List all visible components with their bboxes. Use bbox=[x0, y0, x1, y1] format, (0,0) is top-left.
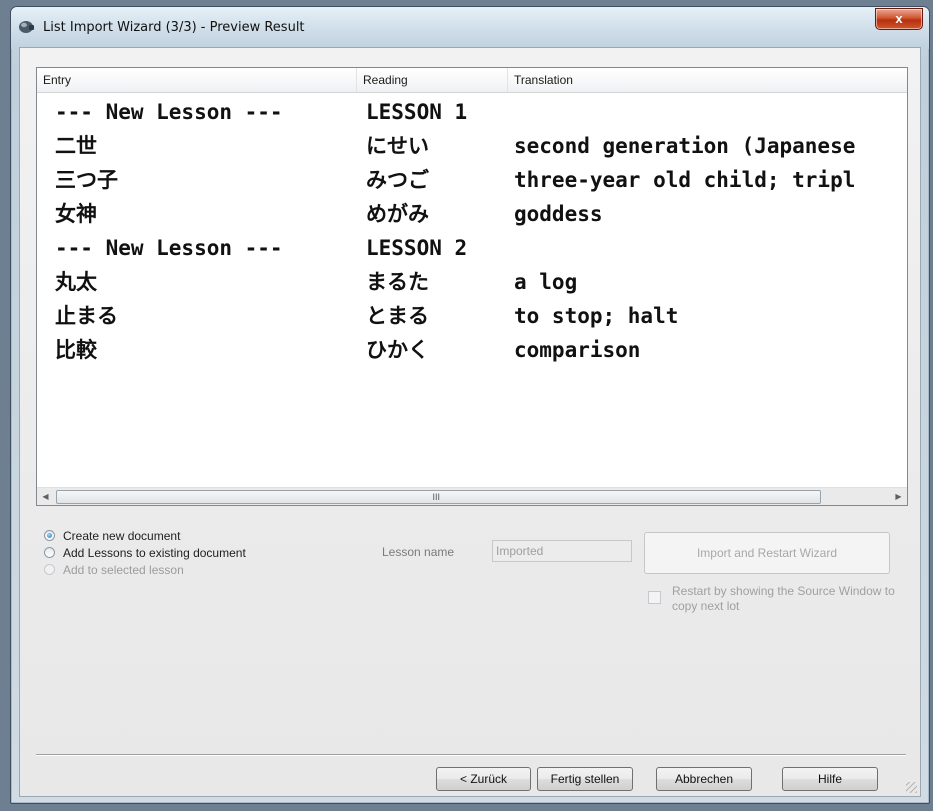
cell-translation: to stop; halt bbox=[514, 304, 679, 328]
list-row[interactable]: 二世 にせい second generation (Japanese bbox=[37, 129, 907, 163]
finish-button[interactable]: Fertig stellen bbox=[537, 767, 633, 791]
cell-reading: みつご bbox=[366, 167, 429, 192]
radio-label: Add to selected lesson bbox=[63, 563, 184, 577]
cell-translation: comparison bbox=[514, 338, 641, 362]
list-header: Entry Reading Translation bbox=[37, 68, 907, 93]
cell-translation: three-year old child; tripl bbox=[514, 168, 856, 192]
list-row[interactable]: 三つ子 みつご three-year old child; tripl bbox=[37, 163, 907, 197]
radio-icon bbox=[44, 564, 55, 575]
cell-translation: a log bbox=[514, 270, 578, 294]
list-body: --- New Lesson --- LESSON 1 二世 にせい secon… bbox=[37, 93, 907, 478]
cell-entry: 丸太 bbox=[55, 269, 97, 294]
import-restart-button[interactable]: Import and Restart Wizard bbox=[644, 532, 890, 574]
close-icon: x bbox=[895, 11, 903, 26]
horizontal-scrollbar[interactable]: ◀ III ▶ bbox=[37, 487, 907, 505]
restart-checkbox-label: Restart by showing the Source Window to … bbox=[672, 584, 895, 613]
lesson-name-input[interactable]: Imported bbox=[492, 540, 632, 562]
cancel-button[interactable]: Abbrechen bbox=[656, 767, 752, 791]
cell-reading: ひかく bbox=[366, 337, 429, 362]
column-header-entry[interactable]: Entry bbox=[37, 68, 357, 92]
scroll-left-icon[interactable]: ◀ bbox=[37, 488, 54, 505]
scrollbar-thumb[interactable]: III bbox=[56, 490, 821, 504]
cell-entry: 比較 bbox=[55, 337, 97, 362]
list-row[interactable]: 女神 めがみ goddess bbox=[37, 197, 907, 231]
title-bar[interactable]: List Import Wizard (3/3) - Preview Resul… bbox=[11, 7, 929, 49]
cell-reading: まるた bbox=[366, 269, 429, 294]
wizard-window: List Import Wizard (3/3) - Preview Resul… bbox=[10, 6, 930, 804]
close-button[interactable]: x bbox=[875, 8, 923, 30]
grip-icon: III bbox=[432, 492, 441, 502]
column-header-reading[interactable]: Reading bbox=[357, 68, 508, 92]
column-header-translation[interactable]: Translation bbox=[508, 68, 907, 92]
cell-entry: 三つ子 bbox=[55, 167, 118, 192]
footer-divider bbox=[36, 754, 906, 756]
preview-list[interactable]: Entry Reading Translation --- New Lesson… bbox=[36, 67, 908, 506]
radio-selected-icon bbox=[44, 530, 55, 541]
cell-reading: LESSON 2 bbox=[366, 236, 468, 260]
dialog-client: Entry Reading Translation --- New Lesson… bbox=[19, 47, 921, 797]
cell-entry: --- New Lesson --- bbox=[55, 100, 283, 124]
radio-label: Create new document bbox=[63, 529, 181, 543]
back-button[interactable]: < Zurück bbox=[436, 767, 531, 791]
cell-reading: にせい bbox=[366, 133, 429, 158]
radio-icon bbox=[44, 547, 55, 558]
resize-grip-icon[interactable] bbox=[906, 782, 917, 793]
cell-translation: second generation (Japanese bbox=[514, 134, 856, 158]
scroll-right-icon[interactable]: ▶ bbox=[890, 488, 907, 505]
list-row[interactable]: --- New Lesson --- LESSON 2 bbox=[37, 231, 907, 265]
lesson-name-label: Lesson name bbox=[382, 545, 455, 559]
checkbox-icon bbox=[648, 591, 661, 604]
cell-entry: 止まる bbox=[55, 303, 118, 328]
app-icon bbox=[19, 21, 34, 33]
cell-reading: めがみ bbox=[366, 201, 429, 226]
cell-translation: goddess bbox=[514, 202, 603, 226]
cell-entry: 女神 bbox=[55, 201, 97, 226]
window-title: List Import Wizard (3/3) - Preview Resul… bbox=[43, 20, 305, 35]
list-row[interactable]: 止まる とまる to stop; halt bbox=[37, 299, 907, 333]
cell-reading: とまる bbox=[366, 303, 429, 328]
cell-entry: 二世 bbox=[55, 133, 97, 158]
list-row[interactable]: 丸太 まるた a log bbox=[37, 265, 907, 299]
radio-label: Add Lessons to existing document bbox=[63, 546, 246, 560]
cell-entry: --- New Lesson --- bbox=[55, 236, 283, 260]
cell-reading: LESSON 1 bbox=[366, 100, 468, 124]
help-button[interactable]: Hilfe bbox=[782, 767, 878, 791]
list-row[interactable]: 比較 ひかく comparison bbox=[37, 333, 907, 367]
list-row[interactable]: --- New Lesson --- LESSON 1 bbox=[37, 95, 907, 129]
